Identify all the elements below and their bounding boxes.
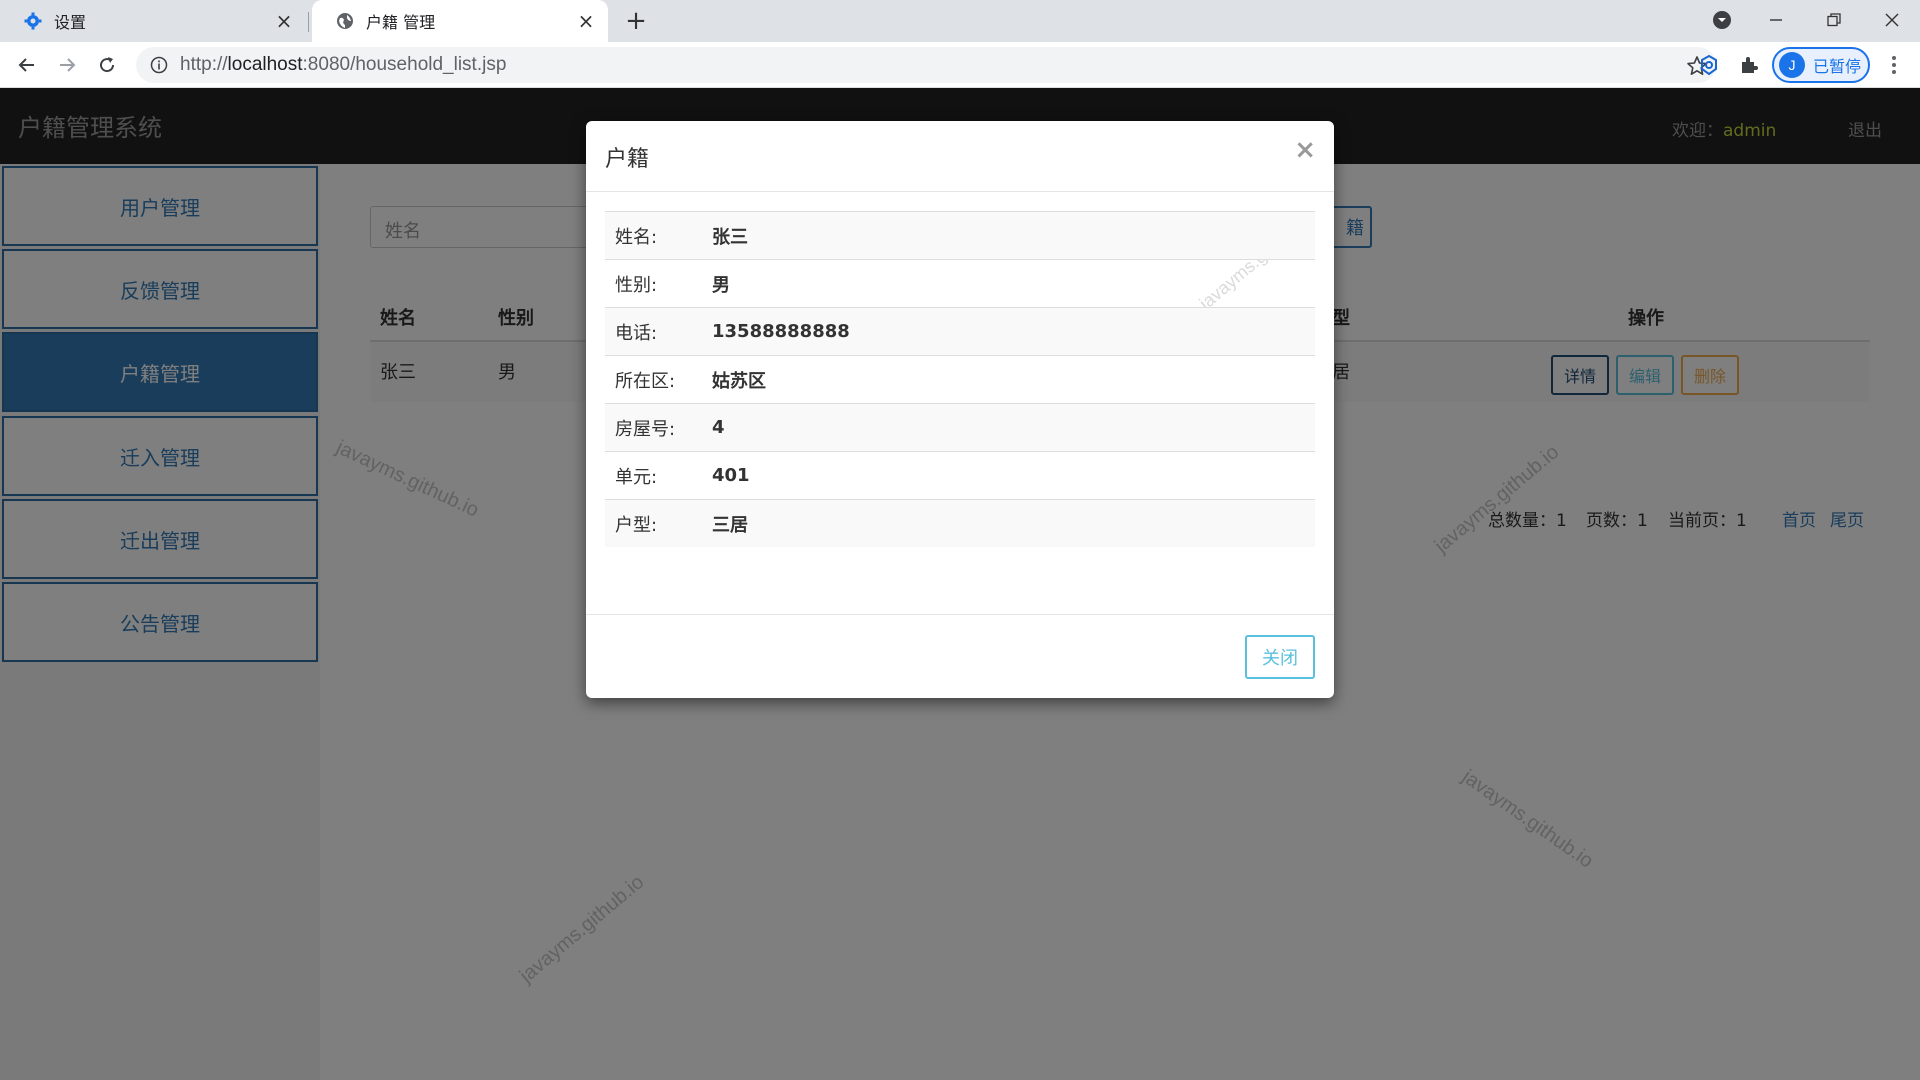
close-icon[interactable]: × <box>1294 135 1316 165</box>
tab-household[interactable]: 户籍 管理 × <box>312 0 608 42</box>
detail-value: 13588888888 <box>712 321 850 342</box>
back-arrow-icon[interactable] <box>12 50 42 80</box>
tab-settings[interactable]: 设置 × <box>0 0 306 42</box>
detail-row-phone: 电话: 13588888888 <box>605 307 1315 355</box>
extension-icon[interactable] <box>1696 52 1722 78</box>
restore-icon[interactable] <box>1806 0 1862 40</box>
minimize-icon[interactable] <box>1748 0 1804 40</box>
detail-value: 姑苏区 <box>712 370 766 392</box>
browser-toolbar: http://localhost:8080/household_list.jsp… <box>0 42 1920 88</box>
detail-row-district: 所在区: 姑苏区 <box>605 355 1315 403</box>
url-text: http://localhost:8080/household_list.jsp <box>180 54 506 76</box>
globe-icon <box>336 12 354 30</box>
detail-row-unit: 单元: 401 <box>605 451 1315 499</box>
url-host: localhost <box>227 54 303 75</box>
menu-kebab-icon[interactable] <box>1882 52 1906 78</box>
profile-button[interactable]: J 已暂停 <box>1772 47 1870 83</box>
tab-title: 户籍 管理 <box>366 13 436 32</box>
detail-label: 所在区: <box>615 370 676 392</box>
tab-separator <box>308 12 309 32</box>
detail-value: 男 <box>712 274 730 296</box>
modal-title: 户籍 <box>605 147 650 172</box>
reload-icon[interactable] <box>92 50 122 80</box>
detail-label: 性别: <box>615 274 658 296</box>
detail-label: 房屋号: <box>615 418 676 440</box>
close-button[interactable]: 关闭 <box>1245 635 1315 679</box>
url-prefix: http:// <box>180 54 228 75</box>
detail-label: 姓名: <box>615 226 658 248</box>
tab-title: 设置 <box>54 13 87 32</box>
household-detail-modal: 户籍 × javayms.github.io 姓名: 张三 性别: 男 电话: … <box>586 121 1334 698</box>
detail-row-layout: 户型: 三居 <box>605 499 1315 547</box>
puzzle-icon[interactable] <box>1736 52 1762 78</box>
detail-row-house-number: 房屋号: 4 <box>605 403 1315 451</box>
detail-value: 4 <box>712 417 725 438</box>
profile-status: 已暂停 <box>1813 57 1862 76</box>
close-icon[interactable]: × <box>574 9 598 33</box>
detail-value: 三居 <box>712 514 748 536</box>
window-close-icon[interactable] <box>1864 0 1920 40</box>
detail-label: 单元: <box>615 466 658 488</box>
browser-tab-bar: 设置 × 户籍 管理 × + <box>0 0 1920 42</box>
modal-footer: 关闭 <box>586 614 1334 698</box>
detail-label: 电话: <box>615 322 658 344</box>
detail-row-gender: 性别: 男 <box>605 259 1315 307</box>
modal-body: 姓名: 张三 性别: 男 电话: 13588888888 所在区: 姑苏区 房屋… <box>605 211 1315 547</box>
address-bar[interactable]: http://localhost:8080/household_list.jsp <box>136 47 1716 83</box>
tab-search-icon[interactable] <box>1694 0 1750 40</box>
new-tab-button[interactable]: + <box>622 8 650 36</box>
detail-label: 户型: <box>615 514 658 536</box>
detail-value: 张三 <box>712 226 748 248</box>
detail-row-name: 姓名: 张三 <box>605 211 1315 259</box>
detail-value: 401 <box>712 465 750 486</box>
gear-icon <box>24 12 42 30</box>
modal-header: 户籍 × <box>586 121 1334 192</box>
close-icon[interactable]: × <box>272 9 296 33</box>
info-icon[interactable] <box>150 56 168 74</box>
forward-arrow-icon[interactable] <box>52 50 82 80</box>
url-path: :8080/household_list.jsp <box>302 54 507 75</box>
avatar: J <box>1779 52 1805 78</box>
